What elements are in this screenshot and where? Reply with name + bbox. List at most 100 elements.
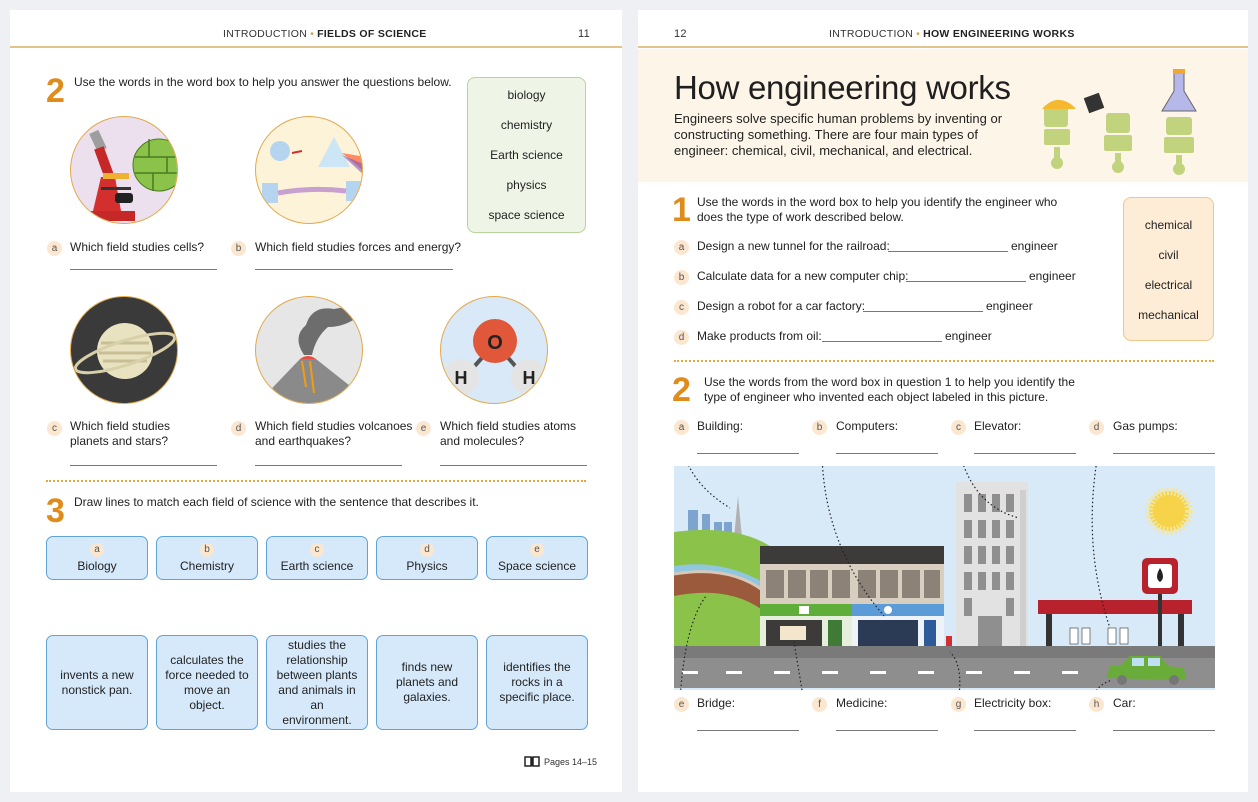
scene-label: Medicine: [836,696,888,710]
answer-line[interactable] [70,465,217,466]
answer-line[interactable] [255,269,453,270]
answer-line[interactable] [255,465,402,466]
field-letter: d [420,542,434,557]
section-divider [674,360,1214,362]
word-box-item: civil [1158,248,1179,262]
field-box[interactable]: b Chemistry [156,536,258,580]
answer-line[interactable] [1113,453,1215,454]
field-box[interactable]: e Space science [486,536,588,580]
question-text: Which field studies planets and stars? [70,419,171,448]
question-text: Which field studies cells? [70,240,205,254]
question-letter: b [231,241,246,256]
intro-text: Engineers solve specific human problems … [674,111,1003,158]
answer-line[interactable] [888,251,1008,252]
field-letter: a [90,542,104,557]
question-letter: a [47,241,62,256]
word-box: biology chemistry Earth science physics … [467,77,586,233]
answer-line[interactable] [697,453,799,454]
field-label: Space science [497,558,577,573]
word-box-item: chemistry [500,118,553,132]
prism-robots-icon [255,116,363,224]
item-suffix: engineer [945,329,992,343]
answer-line[interactable] [906,281,1026,282]
exercise-instruction: Draw lines to match each field of scienc… [74,495,479,509]
book-icon [524,756,540,767]
exercise-instruction: Use the words in the word box to help yo… [697,195,1058,224]
scene-label: Gas pumps: [1113,419,1178,433]
item-letter: d [674,330,689,345]
saturn-icon [70,296,178,404]
word-box-item: chemical [1144,218,1193,232]
description-box[interactable]: identifies the rocks in a specific place… [486,635,588,730]
label-letter: b [812,420,827,435]
page-reference-text: Pages 14–15 [544,756,598,767]
label-letter: g [951,697,966,712]
breadcrumb: INTRODUCTION • HOW ENGINEERING WORKS [829,28,1075,40]
field-box[interactable]: c Earth science [266,536,368,580]
page-title: How engineering works [674,69,1011,106]
answer-line[interactable] [974,453,1076,454]
section-label: INTRODUCTION [829,28,914,40]
description-box[interactable]: invents a new nonstick pan. [46,635,148,730]
page-number: 12 [674,28,687,40]
answer-line[interactable] [836,453,938,454]
scene-label: Bridge: [697,696,736,710]
item-letter: b [674,270,689,285]
word-box-item: mechanical [1138,308,1199,322]
answer-line[interactable] [1113,730,1215,731]
answer-line[interactable] [440,465,587,466]
section-divider [46,480,586,482]
topic-label: FIELDS OF SCIENCE [317,28,427,40]
left-page: INTRODUCTION • FIELDS OF SCIENCE 11 2 Use … [10,10,622,792]
answer-line[interactable] [836,730,938,731]
page-reference[interactable]: Pages 14–15 [524,756,597,767]
field-box[interactable]: d Physics [376,536,478,580]
volcano-icon [255,296,363,404]
hydrogen-label: H [523,368,536,388]
scene-label: Car: [1113,696,1136,710]
field-label: Chemistry [179,558,234,573]
item-letter: a [674,240,689,255]
engineer-robots-icon [1042,69,1197,175]
field-letter: c [310,542,324,557]
answer-line[interactable] [697,730,799,731]
section-label: INTRODUCTION [223,28,308,40]
microscope-cells-icon [70,116,178,224]
word-box-item: Earth science [490,148,563,162]
label-letter: a [674,420,689,435]
answer-line[interactable] [70,269,217,270]
label-letter: d [1089,420,1104,435]
field-letter: b [200,542,214,557]
description-box[interactable]: studies the relationship between plants … [266,635,368,730]
scene-label: Electricity box: [974,696,1052,710]
answer-line[interactable] [974,730,1076,731]
field-box[interactable]: a Biology [46,536,148,580]
answer-line[interactable] [822,341,942,342]
field-label: Biology [77,558,117,573]
item-text: Design a robot for a car factory: [697,299,866,313]
right-page: 12 INTRODUCTION • HOW ENGINEERING WORKS Ho… [638,10,1248,792]
item-text: Design a new tunnel for the railroad: [697,239,890,253]
field-label: Physics [406,558,448,573]
item-suffix: engineer [986,299,1033,313]
word-box-item: biology [507,88,546,102]
answer-line[interactable] [863,311,983,312]
item-suffix: engineer [1029,269,1076,283]
question-letter: c [47,421,62,436]
breadcrumb: INTRODUCTION • FIELDS OF SCIENCE [223,28,427,40]
item-suffix: engineer [1011,239,1058,253]
water-molecule-icon: O H H [440,296,548,404]
topic-label: HOW ENGINEERING WORKS [923,28,1075,40]
word-box: chemical civil electrical mechanical [1123,197,1214,341]
hydrogen-label: H [455,368,468,388]
exercise-number: 2 [672,371,691,409]
scene-label: Elevator: [974,419,1022,433]
description-box[interactable]: finds new planets and galaxies. [376,635,478,730]
description-box[interactable]: calculates the force needed to move an o… [156,635,258,730]
question-text: Which field studies atoms and molecules? [440,419,577,448]
item-letter: c [674,300,689,315]
label-letter: e [674,697,689,712]
page-number: 11 [578,28,591,40]
description-text: finds new planets and galaxies. [395,660,459,704]
exercise-number: 3 [46,492,65,530]
